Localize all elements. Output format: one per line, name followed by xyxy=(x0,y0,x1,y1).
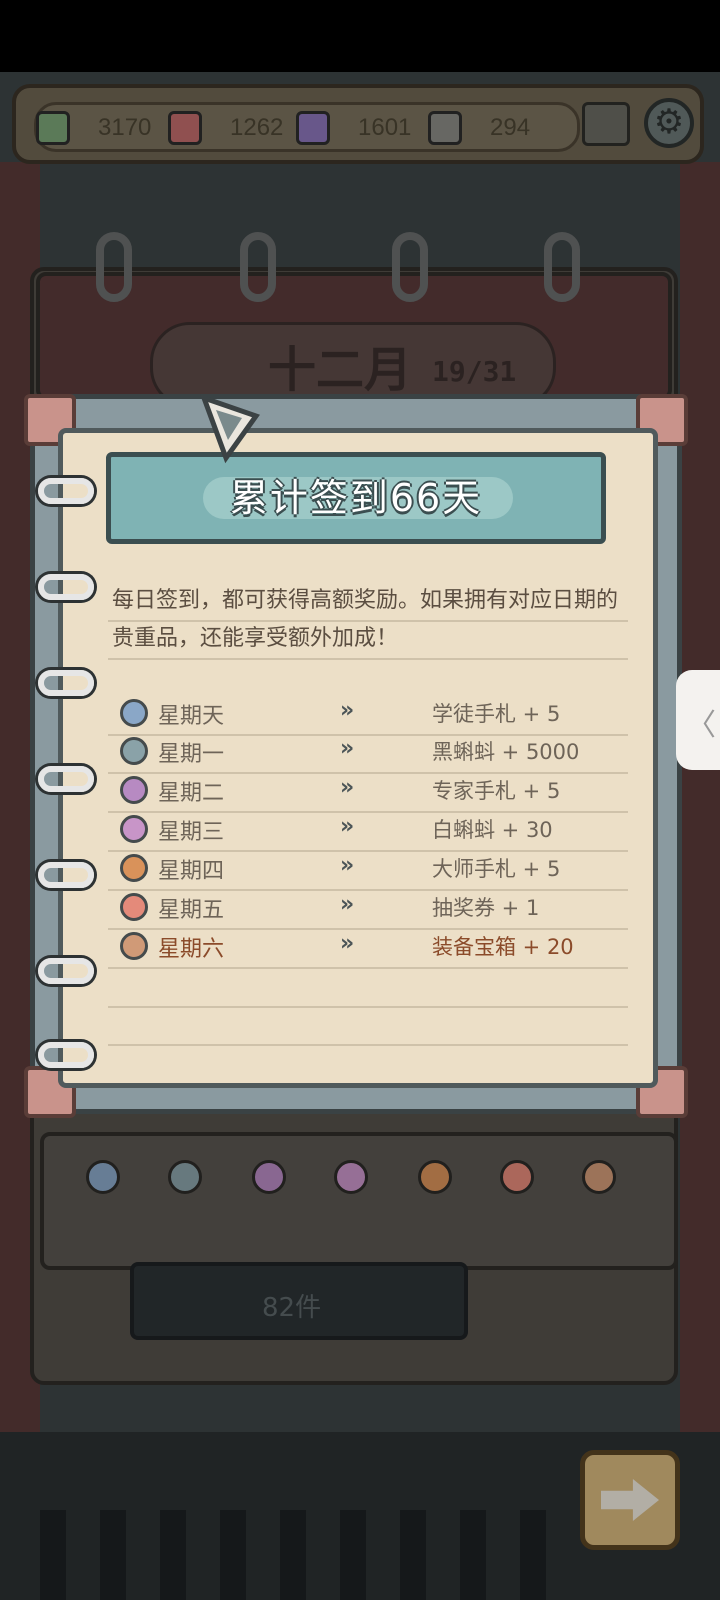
reward-label: 抽奖券 + 1 xyxy=(432,896,540,920)
side-drawer-tab[interactable]: 〈 xyxy=(676,670,720,770)
reward-label: 白蝌蚪 + 30 xyxy=(432,818,553,842)
double-chevron-icon: » xyxy=(340,814,354,839)
reward-row-thursday: 星期四 » 大师手札 + 5 xyxy=(112,851,612,887)
weekday-label: 星期五 xyxy=(158,898,225,923)
white-tadpole-icon xyxy=(120,815,148,843)
spiral-ring xyxy=(38,766,94,792)
triangle-pin-icon xyxy=(200,394,260,464)
reward-row-wednesday: 星期三 » 白蝌蚪 + 30 xyxy=(112,812,612,848)
reward-row-monday: 星期一 » 黑蝌蚪 + 5000 xyxy=(112,734,612,770)
expert-notes-icon xyxy=(120,776,148,804)
reward-label: 大师手札 + 5 xyxy=(432,857,561,881)
spiral-ring xyxy=(38,1042,94,1068)
spiral-ring xyxy=(38,862,94,888)
reward-label: 黑蝌蚪 + 5000 xyxy=(432,740,580,764)
lottery-ticket-icon xyxy=(120,893,148,921)
weekday-label: 星期二 xyxy=(158,781,225,806)
title-plate: 累计签到66天 xyxy=(106,452,606,544)
spiral-ring xyxy=(38,670,94,696)
reward-label: 学徒手札 + 5 xyxy=(432,702,561,726)
double-chevron-icon: » xyxy=(340,698,354,723)
double-chevron-icon: » xyxy=(340,931,354,956)
spiral-ring xyxy=(38,958,94,984)
reward-row-tuesday: 星期二 » 专家手札 + 5 xyxy=(112,773,612,809)
apprentice-notes-icon xyxy=(120,699,148,727)
popup-title: 累计签到66天 xyxy=(229,476,483,520)
master-notes-icon xyxy=(120,854,148,882)
reward-label: 专家手札 + 5 xyxy=(432,779,561,803)
double-chevron-icon: » xyxy=(340,736,354,761)
weekday-label: 星期四 xyxy=(158,859,225,884)
game-scene: 十二月 19/31 82件 3170 1262 1601 294 ⚙ 累计签到6… xyxy=(0,72,720,1600)
double-chevron-icon: » xyxy=(340,892,354,917)
reward-label: 装备宝箱 + 20 xyxy=(432,935,574,959)
double-chevron-icon: » xyxy=(340,853,354,878)
reward-row-sunday: 星期天 » 学徒手札 + 5 xyxy=(112,696,612,732)
weekday-label: 星期三 xyxy=(158,820,225,845)
weekday-label: 星期天 xyxy=(158,704,225,729)
chevron-left-icon: 〈 xyxy=(686,708,716,743)
spiral-ring xyxy=(38,478,94,504)
black-tadpole-icon xyxy=(120,737,148,765)
weekday-label: 星期一 xyxy=(158,742,225,767)
reward-row-saturday: 星期六 » 装备宝箱 + 20 xyxy=(112,929,612,965)
reward-row-friday: 星期五 » 抽奖券 + 1 xyxy=(112,890,612,926)
double-chevron-icon: » xyxy=(340,775,354,800)
weekday-label: 星期六 xyxy=(158,937,225,962)
checkin-popup: 累计签到66天 每日签到，都可获得高额奖励。如果拥有对应日期的贵重品，还能享受额… xyxy=(24,394,688,1118)
equipment-chest-icon xyxy=(120,932,148,960)
spiral-ring xyxy=(38,574,94,600)
